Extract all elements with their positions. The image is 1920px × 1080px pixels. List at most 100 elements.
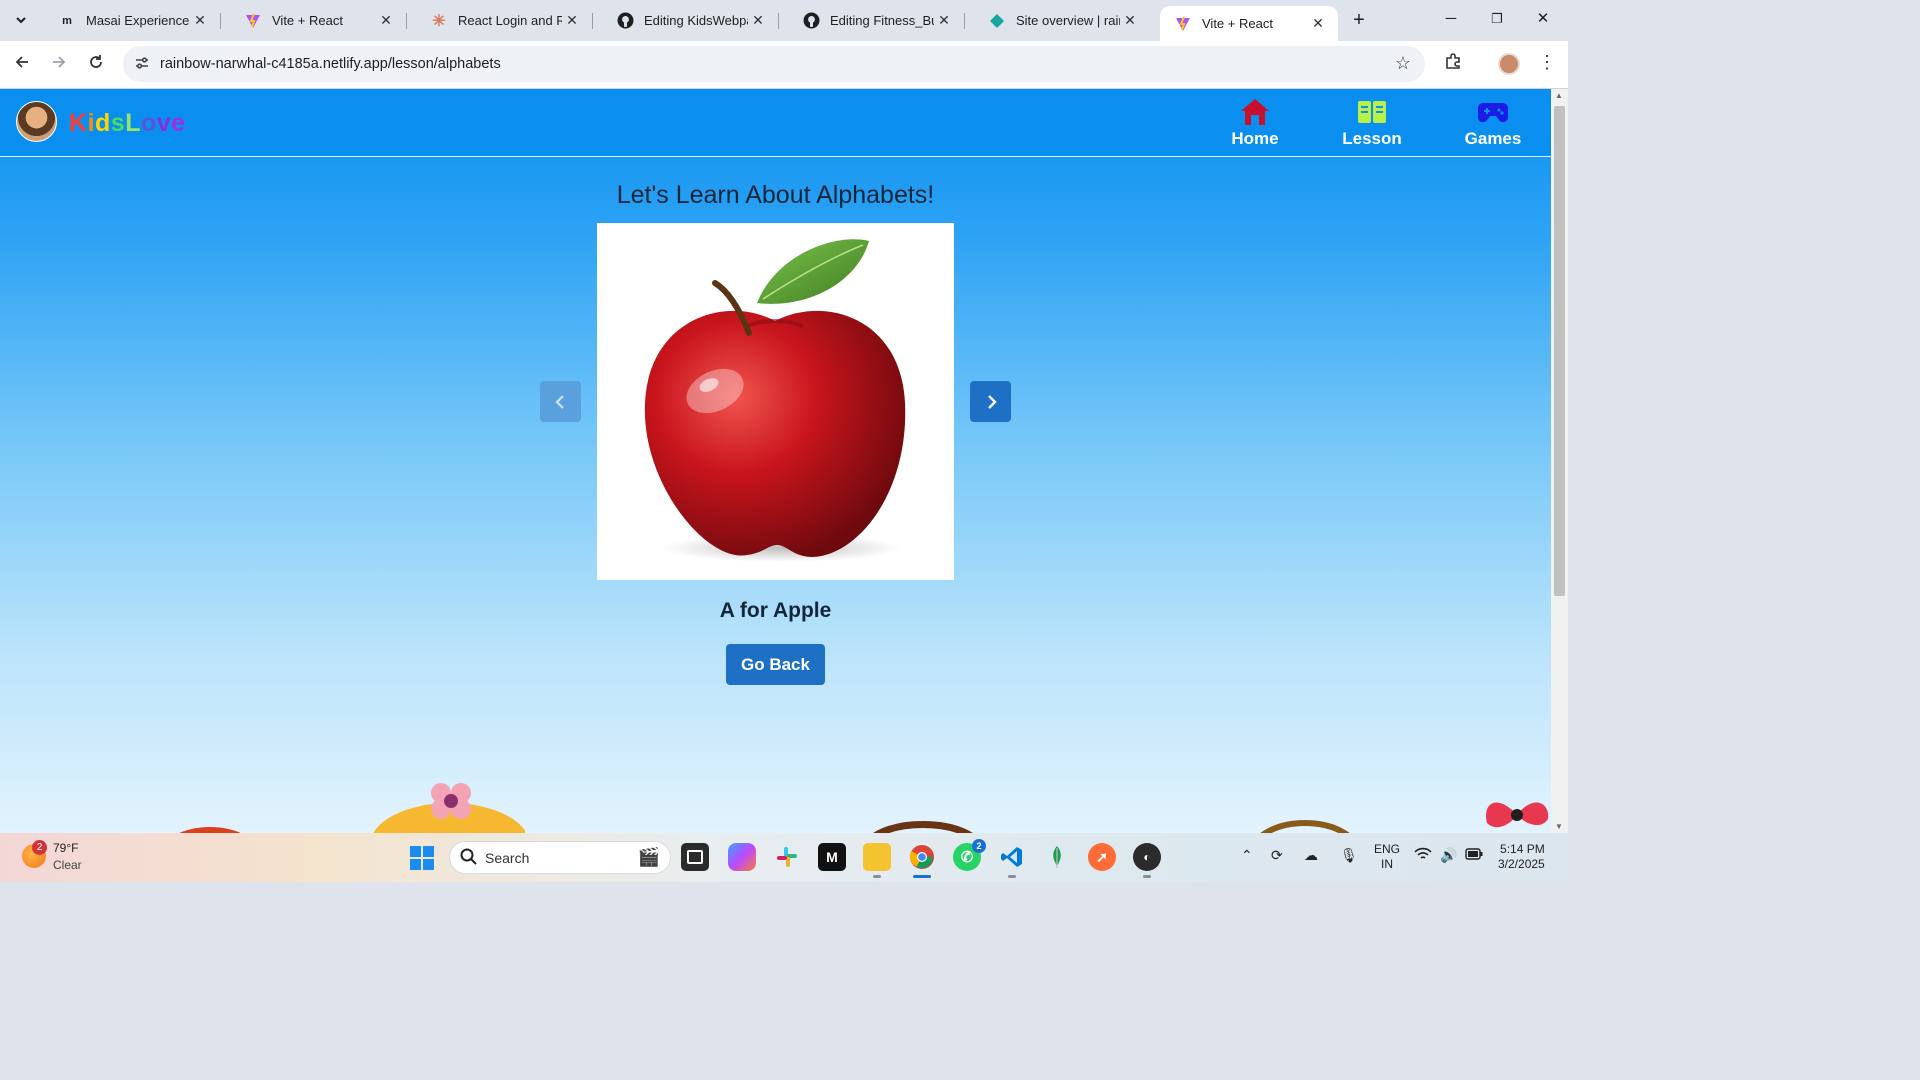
tray-overflow-chevron-icon[interactable]: ⌃	[1241, 847, 1253, 864]
chrome-icon[interactable]	[908, 843, 936, 878]
scroll-up-arrow-icon[interactable]: ▲	[1555, 91, 1563, 100]
chevron-left-icon	[554, 394, 564, 409]
tab-editing-kidswebpage[interactable]: Editing KidsWebpage ✕	[602, 6, 779, 35]
masai-icon: m	[62, 14, 72, 27]
windows-taskbar: 2 79°F Clear Search 🎬 M ✆ 2 ➚ ◐ ⌃ ⟳ ☁ 🎙 …	[0, 833, 1568, 882]
bear-decoration	[1260, 820, 1350, 833]
scroll-down-arrow-icon[interactable]: ▼	[1555, 822, 1563, 831]
masai-app-icon[interactable]: M	[818, 843, 846, 871]
clock-date: 3/2/2025	[1498, 857, 1545, 871]
vite-icon	[244, 12, 262, 30]
nav-home-label: Home	[1231, 129, 1279, 148]
sync-icon[interactable]: ⟳	[1271, 847, 1283, 864]
whatsapp-badge: 2	[972, 839, 986, 853]
close-icon[interactable]: ✕	[562, 12, 582, 29]
tab-editing-fitness[interactable]: Editing Fitness_Budd ✕	[788, 6, 965, 35]
close-icon[interactable]: ✕	[190, 12, 210, 29]
tab-vite-react-active[interactable]: Vite + React ✕	[1160, 6, 1338, 41]
wifi-icon[interactable]	[1414, 847, 1432, 864]
battery-icon[interactable]	[1465, 847, 1483, 863]
tab-title: Editing Fitness_Budd	[830, 13, 934, 28]
tab-strip: m Masai Experience ✕ Vite + React ✕ ✳ Re…	[0, 0, 1568, 41]
close-icon[interactable]: ✕	[934, 12, 954, 29]
minimize-button[interactable]: ─	[1428, 0, 1474, 40]
home-icon	[1210, 95, 1300, 129]
apple-image	[644, 239, 906, 562]
file-explorer-icon[interactable]	[863, 843, 891, 878]
microphone-icon[interactable]: 🎙	[1340, 847, 1358, 864]
tab-search-button[interactable]	[8, 7, 34, 33]
language-code: ENG	[1374, 842, 1401, 856]
page-viewport: KidsLove Home Lesson Games Let's Learn A…	[0, 89, 1551, 833]
carousel-next-button[interactable]	[970, 381, 1011, 422]
chevron-down-icon	[16, 17, 26, 24]
copilot-icon[interactable]	[728, 843, 756, 871]
back-button[interactable]	[9, 52, 35, 78]
bookmark-star-icon[interactable]: ☆	[1395, 53, 1411, 74]
github-icon	[802, 12, 820, 30]
slack-icon[interactable]	[773, 843, 801, 871]
close-icon[interactable]: ✕	[1120, 12, 1140, 29]
start-button[interactable]	[410, 846, 434, 870]
forward-arrow-icon	[53, 56, 66, 68]
scrollbar-thumb[interactable]	[1554, 106, 1565, 596]
address-bar[interactable]: rainbow-narwhal-c4185a.netlify.app/lesso…	[123, 46, 1425, 82]
profile-avatar[interactable]	[1498, 53, 1520, 75]
tab-react-login[interactable]: ✳ React Login and Regi ✕	[416, 6, 593, 35]
logo-letter: o	[140, 109, 157, 137]
site-logo[interactable]: KidsLove	[69, 109, 186, 138]
close-window-button[interactable]: ✕	[1520, 0, 1566, 40]
reload-button[interactable]	[83, 52, 109, 78]
lesson-title: Let's Learn About Alphabets!	[616, 181, 935, 209]
tab-title: Masai Experience	[86, 13, 190, 28]
logo-letter: d	[95, 109, 111, 137]
tab-title: Vite + React	[1202, 16, 1273, 31]
vscode-icon[interactable]	[998, 843, 1026, 878]
close-icon[interactable]: ✕	[748, 12, 768, 29]
lesson-caption: A for Apple	[719, 599, 832, 622]
gamepad-icon	[1448, 95, 1538, 129]
tab-vite-react-1[interactable]: Vite + React ✕	[230, 6, 407, 35]
page-scrollbar[interactable]: ▲ ▼	[1551, 89, 1568, 833]
volume-icon[interactable]: 🔊	[1440, 847, 1457, 864]
tab-title: Editing KidsWebpage	[644, 13, 748, 28]
logo-letter: v	[156, 109, 172, 137]
postman-icon[interactable]: ➚	[1088, 843, 1116, 871]
site-settings-icon[interactable]	[133, 55, 151, 73]
search-highlight-icon: 🎬	[637, 847, 660, 867]
weather-condition[interactable]: Clear	[53, 858, 82, 872]
forward-button[interactable]	[46, 52, 72, 78]
go-back-button[interactable]: Go Back	[726, 644, 825, 685]
browser-toolbar: rainbow-narwhal-c4185a.netlify.app/lesso…	[0, 41, 1568, 89]
frog-decoration	[1080, 821, 1160, 833]
close-icon[interactable]: ✕	[376, 12, 396, 29]
task-view-icon[interactable]	[681, 843, 709, 871]
back-arrow-icon	[15, 56, 28, 68]
language-indicator[interactable]: ENG IN	[1374, 842, 1400, 872]
new-tab-button[interactable]: +	[1346, 8, 1372, 34]
obs-icon[interactable]: ◐	[1133, 843, 1161, 878]
nav-home[interactable]: Home	[1210, 95, 1300, 149]
nav-lesson[interactable]: Lesson	[1327, 95, 1417, 149]
restore-button[interactable]: ❐	[1474, 0, 1520, 40]
weather-temp[interactable]: 79°F	[53, 841, 78, 855]
weather-badge: 2	[32, 840, 47, 855]
system-clock[interactable]: 5:14 PM 3/2/2025	[1498, 842, 1545, 872]
menu-kebab-icon[interactable]: ⋮	[1538, 52, 1556, 73]
whatsapp-icon[interactable]: ✆ 2	[953, 839, 986, 871]
tab-site-overview[interactable]: Site overview | rainbo ✕	[974, 6, 1150, 35]
site-header: KidsLove Home Lesson Games	[0, 89, 1551, 157]
book-icon	[1327, 95, 1417, 129]
onedrive-cloud-icon[interactable]: ☁	[1304, 847, 1318, 864]
mongodb-icon[interactable]	[1043, 843, 1071, 871]
close-icon[interactable]: ✕	[1308, 15, 1328, 32]
lion-decoration	[373, 783, 525, 833]
nav-games[interactable]: Games	[1448, 95, 1538, 149]
extensions-icon[interactable]	[1444, 52, 1462, 75]
tab-title: Site overview | rainbo	[1016, 13, 1120, 28]
logo-letter: L	[125, 109, 141, 137]
carousel-prev-button[interactable]	[540, 381, 581, 422]
taskbar-search[interactable]: Search 🎬	[449, 841, 671, 874]
tab-masai[interactable]: m Masai Experience ✕	[44, 6, 221, 35]
logo-letter: s	[110, 109, 126, 137]
